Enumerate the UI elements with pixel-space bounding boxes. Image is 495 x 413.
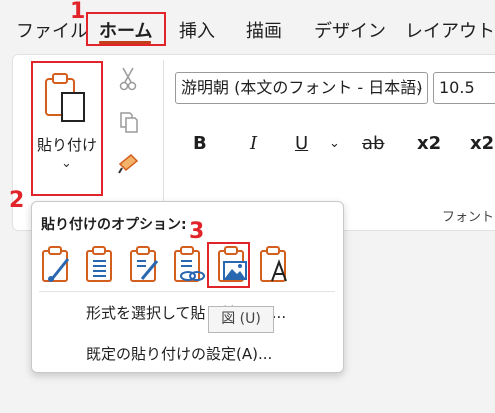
- step-2-marker: 2: [9, 188, 25, 213]
- step-1-marker: 1: [70, 0, 86, 24]
- copy-icon[interactable]: [118, 110, 140, 134]
- scissors-icon[interactable]: [118, 66, 138, 92]
- highlight-home-tab: [86, 12, 166, 46]
- subscript-button[interactable]: x2: [417, 133, 441, 154]
- popup-divider: [39, 291, 335, 292]
- font-name-value: 游明朝 (本文のフォント - 日本語): [181, 78, 423, 97]
- set-default-paste-menu-item[interactable]: 既定の貼り付けの設定(A)...: [86, 343, 272, 364]
- keep-source-formatting-option[interactable]: [40, 245, 74, 285]
- link-option[interactable]: [172, 245, 206, 285]
- tab-layout[interactable]: レイアウト: [405, 17, 495, 43]
- underline-button[interactable]: U: [295, 133, 308, 154]
- paste-text-only-icon: [260, 246, 287, 282]
- italic-button[interactable]: I: [250, 133, 257, 154]
- merge-with-style-option[interactable]: [128, 245, 162, 285]
- chevron-down-icon[interactable]: ⌄: [329, 136, 340, 151]
- tab-insert[interactable]: 挿入: [179, 17, 215, 43]
- paste-keep-source-icon: [42, 246, 70, 282]
- font-group-label: フォント: [442, 210, 495, 225]
- subscript-label: x2: [417, 133, 442, 154]
- font-size-select[interactable]: 10.5: [433, 72, 495, 104]
- strikethrough-button[interactable]: ab: [362, 133, 384, 154]
- step-3-marker: 3: [189, 219, 205, 244]
- highlight-picture-option: [207, 242, 250, 288]
- format-painter-icon[interactable]: [117, 151, 141, 175]
- font-size-value: 10.5: [439, 78, 475, 97]
- font-name-select[interactable]: 游明朝 (本文のフォント - 日本語) ⌄: [175, 72, 428, 104]
- paste-options-title: 貼り付けのオプション:: [41, 217, 187, 233]
- merge-formatting-option[interactable]: [84, 245, 118, 285]
- paste-merge-icon: [86, 246, 112, 282]
- tab-design[interactable]: デザイン: [314, 17, 386, 43]
- keep-text-only-option[interactable]: [258, 245, 292, 285]
- picture-tooltip: 図 (U): [208, 306, 274, 333]
- bold-button[interactable]: B: [193, 133, 207, 154]
- superscript-button[interactable]: x2: [470, 133, 494, 154]
- superscript-label: x2: [470, 133, 495, 154]
- paste-style-icon: [130, 246, 159, 282]
- tab-draw[interactable]: 描画: [246, 17, 282, 43]
- chevron-down-icon: ⌄: [414, 81, 424, 94]
- highlight-paste-button: [31, 61, 103, 196]
- paste-link-icon: [174, 246, 205, 282]
